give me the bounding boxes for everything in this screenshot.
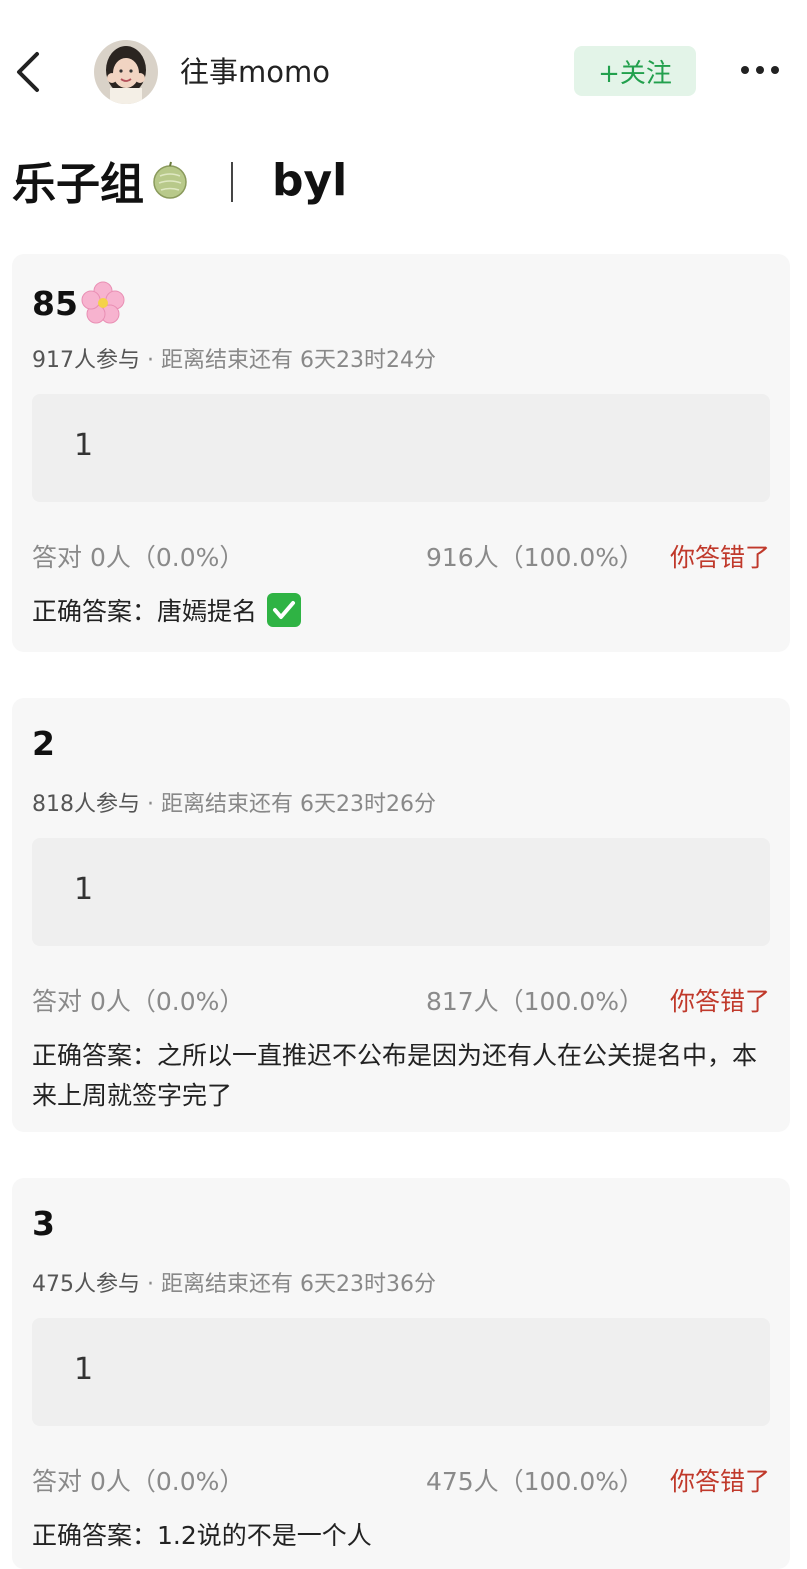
poll-meta: 917人参与 · 距离结束还有 6天23时24分 — [32, 342, 436, 374]
poll-card: 2 818人参与 · 距离结束还有 6天23时26分 1 答对 0人（0.0%）… — [12, 698, 790, 1132]
participants: 475人参与 — [32, 1272, 140, 1297]
flower-icon — [80, 280, 126, 326]
poll-title: 85 — [32, 280, 126, 326]
wrong-count: 916人（100.0%） — [425, 543, 644, 572]
title-left: 乐子组 — [12, 159, 144, 210]
poll-card: 3 475人参与 · 距离结束还有 6天23时36分 1 答对 0人（0.0%）… — [12, 1178, 790, 1569]
meta-dot: · — [140, 348, 161, 373]
countdown: 距离结束还有 6天23时36分 — [160, 1272, 436, 1297]
poll-title-text: 85 — [32, 283, 78, 323]
poll-card: 85 917人参与 · 距离结束还有 6天23时24分 1 答对 0人（0.0%… — [12, 254, 790, 652]
poll-meta: 475人参与 · 距离结束还有 6天23时36分 — [32, 1266, 436, 1298]
more-dot — [771, 66, 779, 74]
poll-title-text: 2 — [32, 724, 55, 763]
back-arrow-icon — [17, 52, 39, 92]
answer-text: 正确答案：唐嫣提名 — [32, 597, 258, 626]
wrong-stats: 475人（100.0%） 你答错了 — [426, 1462, 770, 1498]
wrong-count: 475人（100.0%） — [425, 1467, 644, 1496]
option-text: 1 — [74, 428, 94, 463]
poll-meta: 818人参与 · 距离结束还有 6天23时26分 — [32, 786, 436, 818]
answer-text: 正确答案：1.2说的不是一个人 — [32, 1521, 372, 1550]
poll-option[interactable]: 1 — [32, 1318, 770, 1426]
wrong-stats: 817人（100.0%） 你答错了 — [426, 982, 770, 1018]
wrong-stats: 916人（100.0%） 你答错了 — [426, 538, 770, 574]
poll-title: 2 — [32, 724, 55, 763]
page-title: 乐子组 ｜ byl — [12, 150, 348, 211]
melon-icon — [150, 160, 190, 200]
correct-stats: 答对 0人（0.0%） — [32, 1467, 245, 1496]
back-button[interactable] — [8, 46, 48, 98]
result-label: 你答错了 — [669, 543, 770, 572]
correct-answer: 正确答案：唐嫣提名 — [32, 592, 762, 632]
meta-dot: · — [140, 792, 161, 817]
check-icon — [266, 593, 301, 627]
option-text: 1 — [74, 1352, 94, 1387]
username[interactable]: 往事momo — [180, 52, 330, 92]
answer-text: 正确答案：之所以一直推迟不公布是因为还有人在公关提名中，本来上周就签字完了 — [32, 1041, 758, 1110]
correct-answer: 正确答案：之所以一直推迟不公布是因为还有人在公关提名中，本来上周就签字完了 — [32, 1036, 762, 1116]
participants: 917人参与 — [32, 348, 140, 373]
title-separator: ｜ — [212, 161, 252, 207]
poll-option[interactable]: 1 — [32, 394, 770, 502]
meta-dot: · — [140, 1272, 161, 1297]
follow-button[interactable]: +关注 — [574, 46, 696, 96]
more-dot — [741, 66, 749, 74]
poll-option[interactable]: 1 — [32, 838, 770, 946]
correct-stats: 答对 0人（0.0%） — [32, 987, 245, 1016]
top-bar: 往事momo +关注 — [0, 0, 807, 140]
result-label: 你答错了 — [669, 987, 770, 1016]
countdown: 距离结束还有 6天23时26分 — [160, 792, 436, 817]
correct-answer: 正确答案：1.2说的不是一个人 — [32, 1516, 762, 1556]
more-icon[interactable] — [732, 50, 788, 90]
poll-title: 3 — [32, 1204, 55, 1243]
participants: 818人参与 — [32, 792, 140, 817]
result-label: 你答错了 — [669, 1467, 770, 1496]
wrong-count: 817人（100.0%） — [425, 987, 644, 1016]
avatar[interactable] — [94, 40, 158, 104]
more-dot — [756, 66, 764, 74]
countdown: 距离结束还有 6天23时24分 — [160, 348, 436, 373]
poll-title-text: 3 — [32, 1204, 55, 1243]
correct-stats: 答对 0人（0.0%） — [32, 543, 245, 572]
title-right: byl — [272, 154, 348, 206]
option-text: 1 — [74, 872, 94, 907]
